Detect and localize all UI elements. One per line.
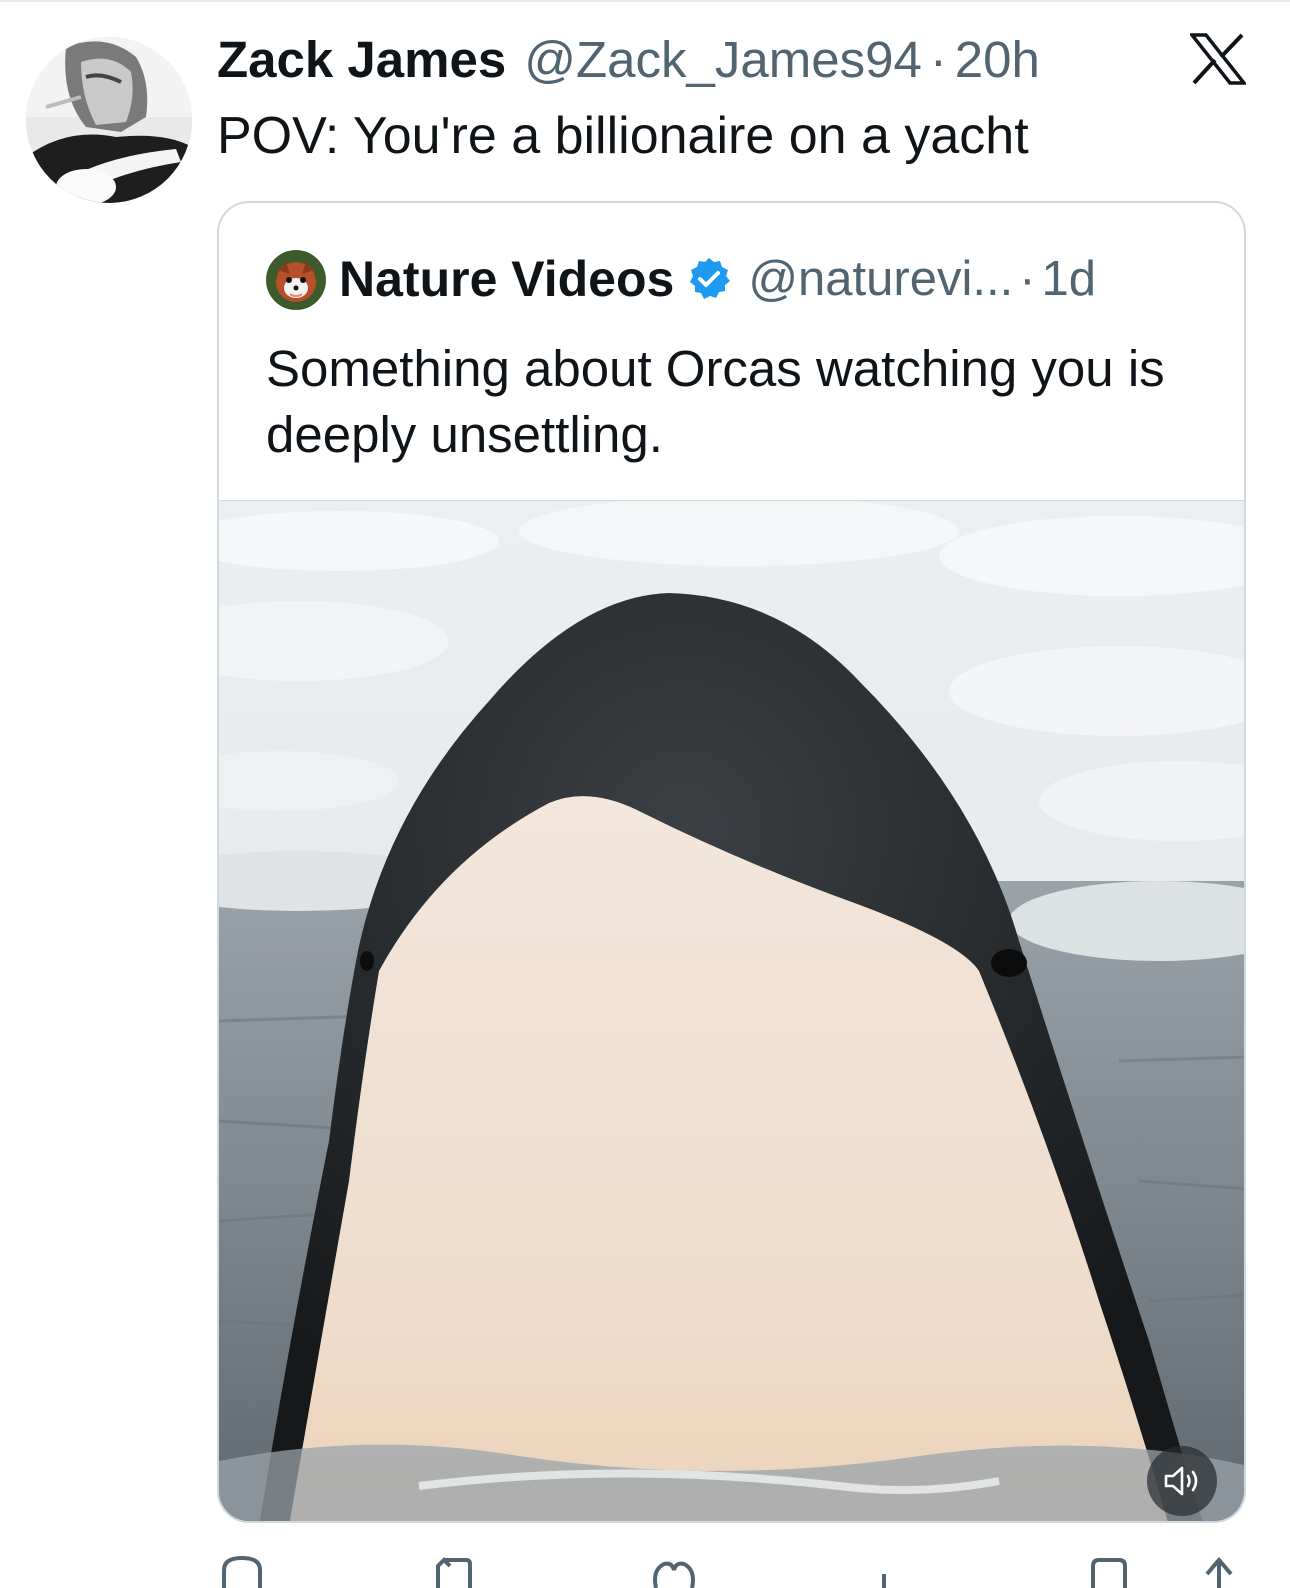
speaker-mute-icon bbox=[1164, 1466, 1198, 1496]
author-name[interactable]: Zack James bbox=[217, 30, 506, 89]
tweet-header: Zack James @Zack_James94 · 20h bbox=[217, 30, 1040, 92]
share-icon[interactable] bbox=[1195, 1552, 1243, 1588]
orca-video-frame bbox=[219, 501, 1244, 1521]
quoted-tweet-header: Nature Videos @naturevi... · 1d bbox=[339, 247, 1096, 311]
quoted-post-timestamp[interactable]: 1d bbox=[1042, 251, 1097, 307]
quoted-separator-dot: · bbox=[1019, 252, 1036, 306]
quoted-video-media[interactable] bbox=[219, 500, 1244, 1521]
verified-badge-icon bbox=[690, 258, 731, 299]
author-handle[interactable]: @Zack_James94 bbox=[524, 30, 922, 89]
quoted-author-avatar[interactable] bbox=[266, 250, 326, 310]
post-timestamp[interactable]: 20h bbox=[955, 30, 1040, 89]
mute-toggle-button[interactable] bbox=[1147, 1446, 1217, 1516]
like-icon[interactable] bbox=[650, 1552, 698, 1588]
quoted-author-handle[interactable]: @naturevi... bbox=[748, 251, 1013, 307]
retweet-icon[interactable] bbox=[430, 1552, 478, 1588]
quoted-tweet-text: Something about Orcas watching you is de… bbox=[266, 340, 1165, 463]
author-avatar[interactable] bbox=[26, 37, 192, 203]
quoted-tweet-card[interactable]: Nature Videos @naturevi... · 1d Somethin… bbox=[217, 201, 1246, 1523]
bookmark-icon[interactable] bbox=[1085, 1552, 1133, 1588]
separator-dot: · bbox=[929, 31, 947, 88]
reply-icon[interactable] bbox=[218, 1552, 266, 1588]
tweet-action-bar bbox=[0, 1552, 1290, 1588]
quoted-author-name[interactable]: Nature Videos bbox=[339, 250, 674, 308]
views-icon[interactable] bbox=[870, 1552, 918, 1588]
tweet-text: POV: You're a billionaire on a yacht bbox=[217, 107, 1029, 165]
top-divider bbox=[0, 0, 1290, 2]
x-logo-icon[interactable] bbox=[1188, 33, 1248, 85]
